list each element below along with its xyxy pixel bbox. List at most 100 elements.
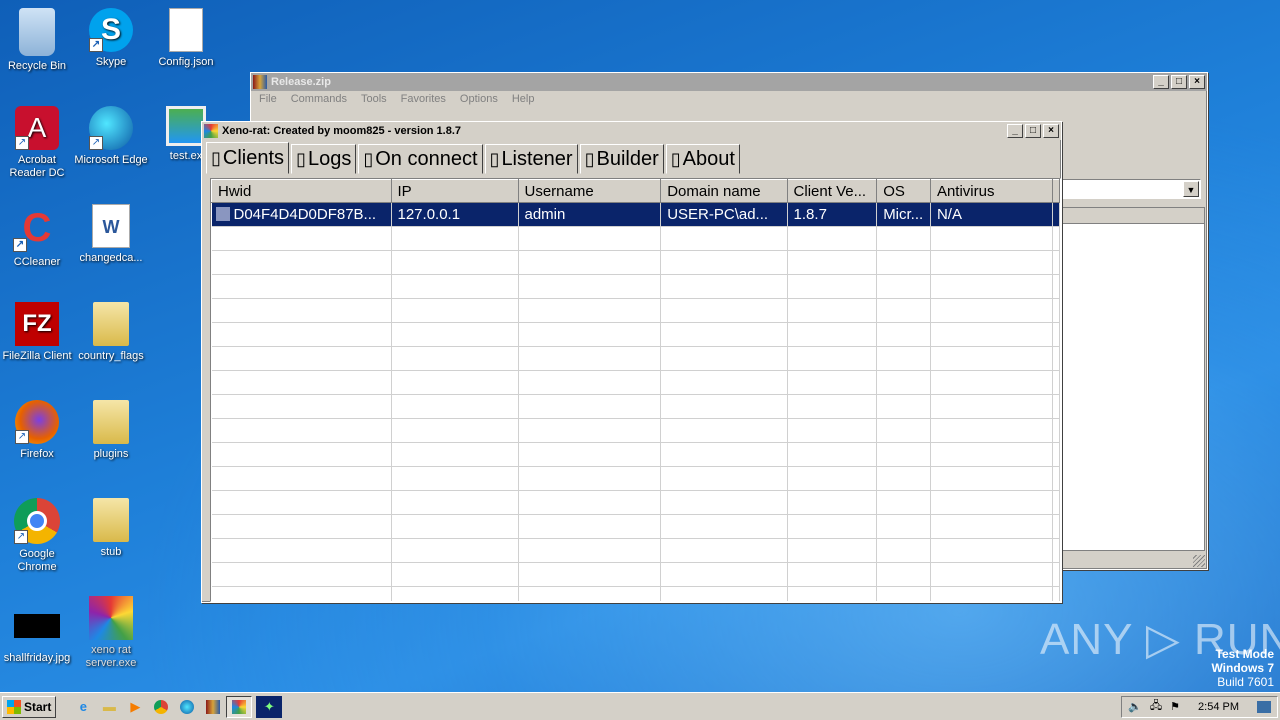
resize-grip[interactable] bbox=[1193, 555, 1205, 567]
tab-logs[interactable]: ▯ Logs bbox=[291, 144, 357, 174]
winrar-icon bbox=[253, 75, 267, 89]
empty-row bbox=[211, 562, 1060, 587]
cell-username: admin bbox=[518, 202, 662, 227]
clients-list[interactable]: Hwid IP Username Domain name Client Ve..… bbox=[210, 178, 1061, 602]
desktop-icon-shallfriday[interactable]: shallfriday.jpg bbox=[0, 604, 74, 665]
desktop-icon-xeno-rat-server[interactable]: xeno rat server.exe bbox=[74, 596, 148, 670]
xeno-rat-window[interactable]: Xeno-rat: Created by moom825 - version 1… bbox=[201, 121, 1062, 603]
empty-row bbox=[211, 418, 1060, 443]
menu-favorites[interactable]: Favorites bbox=[401, 93, 446, 105]
desktop-icon-word-doc[interactable]: W changedca... bbox=[74, 204, 148, 265]
winrar-list-header bbox=[1062, 208, 1204, 224]
ie-taskbar-icon[interactable]: e bbox=[70, 696, 96, 718]
start-button[interactable]: Start bbox=[2, 695, 57, 718]
image-file-icon bbox=[14, 614, 60, 638]
media-player-taskbar-icon[interactable]: ▶ bbox=[122, 696, 148, 718]
winrar-taskbar-icon[interactable] bbox=[200, 696, 226, 718]
menu-file[interactable]: File bbox=[259, 93, 277, 105]
column-header-hwid[interactable]: Hwid bbox=[211, 179, 392, 203]
recycle-bin-icon bbox=[19, 8, 55, 56]
desktop-icon-recycle-bin[interactable]: Recycle Bin bbox=[0, 8, 74, 73]
desktop-icon-country-flags[interactable]: country_flags bbox=[74, 302, 148, 363]
column-header-username[interactable]: Username bbox=[517, 179, 662, 203]
system-tray: 🔈 🖧 ⚑ 2:54 PM bbox=[1121, 695, 1278, 718]
minimize-button[interactable]: _ bbox=[1007, 124, 1023, 138]
action-center-flag-icon[interactable]: ⚑ bbox=[1170, 700, 1180, 713]
chrome-icon: ↗ bbox=[14, 498, 60, 544]
skype-icon: S ↗ bbox=[89, 8, 133, 52]
xeno-rat-icon bbox=[89, 596, 133, 640]
tab-on-connect[interactable]: ▯ On connect bbox=[358, 144, 483, 174]
tab-glyph-icon: ▯ bbox=[489, 148, 500, 169]
acrobat-icon: A ↗ bbox=[15, 106, 59, 150]
column-header-os[interactable]: OS bbox=[876, 179, 931, 203]
desktop-icon-config-json[interactable]: Config.json bbox=[149, 8, 223, 69]
desktop-icon-plugins[interactable]: plugins bbox=[74, 400, 148, 461]
column-header-domain-name[interactable]: Domain name bbox=[660, 179, 788, 203]
desktop-icon-stub[interactable]: stub bbox=[74, 498, 148, 559]
xeno-rat-taskbar-icon[interactable] bbox=[226, 695, 253, 718]
filezilla-icon: FZ bbox=[15, 302, 59, 346]
column-header-filler bbox=[1051, 179, 1060, 203]
empty-row bbox=[211, 466, 1060, 491]
volume-icon[interactable]: 🔈 bbox=[1128, 700, 1142, 713]
maximize-button[interactable]: □ bbox=[1171, 75, 1187, 89]
desktop-icon-ccleaner[interactable]: C ↗ CCleaner bbox=[0, 204, 74, 269]
empty-row bbox=[211, 586, 1060, 601]
tab-glyph-icon: ▯ bbox=[211, 147, 221, 168]
xeno-rat-server-taskbar-icon[interactable]: ✦ bbox=[256, 695, 283, 718]
ccleaner-icon: C ↗ bbox=[13, 204, 61, 252]
winrar-menubar: File Commands Tools Favorites Options He… bbox=[251, 91, 1207, 107]
desktop-icon-firefox[interactable]: ↗ Firefox bbox=[0, 400, 74, 461]
winrar-titlebar[interactable]: Release.zip _ □ × bbox=[251, 73, 1207, 91]
empty-row bbox=[211, 538, 1060, 563]
empty-row bbox=[211, 250, 1060, 275]
winrar-path-dropdown[interactable]: ▼ bbox=[1061, 179, 1201, 199]
menu-commands[interactable]: Commands bbox=[291, 93, 347, 105]
tab-about[interactable]: ▯ About bbox=[665, 144, 740, 174]
exe-icon bbox=[166, 106, 206, 146]
folder-icon bbox=[93, 302, 129, 346]
tab-clients[interactable]: ▯ Clients bbox=[206, 142, 290, 174]
cell-os: Micr... bbox=[876, 202, 931, 227]
chrome-taskbar-icon[interactable] bbox=[148, 696, 174, 718]
table-row[interactable]: D04F4D4D0DF87B... 127.0.0.1 admin USER-PC\a… bbox=[211, 202, 1060, 227]
close-button[interactable]: × bbox=[1189, 75, 1205, 89]
edge-taskbar-icon[interactable] bbox=[174, 696, 200, 718]
close-button[interactable]: × bbox=[1043, 124, 1059, 138]
maximize-button[interactable]: □ bbox=[1025, 124, 1041, 138]
menu-options[interactable]: Options bbox=[460, 93, 498, 105]
show-desktop-icon[interactable] bbox=[1257, 700, 1271, 713]
network-icon[interactable]: 🖧 bbox=[1150, 697, 1162, 716]
tab-listener[interactable]: ▯ Listener bbox=[484, 144, 578, 174]
taskbar: Start e ▬ ▶ ✦ 🔈 🖧 ⚑ 2:54 PM bbox=[0, 692, 1280, 720]
empty-row bbox=[211, 298, 1060, 323]
column-header-ip[interactable]: IP bbox=[390, 179, 519, 203]
empty-row bbox=[211, 370, 1060, 395]
column-header-client-version[interactable]: Client Ve... bbox=[786, 179, 878, 203]
empty-row bbox=[211, 442, 1060, 467]
winrar-file-list[interactable] bbox=[1061, 207, 1205, 551]
empty-row bbox=[211, 226, 1060, 251]
tab-glyph-icon: ▯ bbox=[670, 148, 681, 169]
desktop-icon-skype[interactable]: S ↗ Skype bbox=[74, 8, 148, 69]
tab-builder[interactable]: ▯ Builder bbox=[579, 144, 664, 174]
desktop-icon-edge[interactable]: ↗ Microsoft Edge bbox=[74, 106, 148, 167]
minimize-button[interactable]: _ bbox=[1153, 75, 1169, 89]
chevron-down-icon[interactable]: ▼ bbox=[1183, 181, 1199, 197]
menu-tools[interactable]: Tools bbox=[361, 93, 387, 105]
table-header-row: Hwid IP Username Domain name Client Ve..… bbox=[211, 179, 1060, 203]
desktop-icon-acrobat[interactable]: A ↗ Acrobat Reader DC bbox=[0, 106, 74, 180]
menu-help[interactable]: Help bbox=[512, 93, 535, 105]
xeno-rat-titlebar[interactable]: Xeno-rat: Created by moom825 - version 1… bbox=[202, 122, 1061, 140]
empty-row bbox=[211, 346, 1060, 371]
xeno-tab-bar: ▯ Clients ▯ Logs ▯ On connect ▯ Listener ▯ Bu… bbox=[202, 140, 1061, 174]
empty-row bbox=[211, 514, 1060, 539]
column-header-antivirus[interactable]: Antivirus bbox=[929, 179, 1053, 203]
desktop-icon-filezilla[interactable]: FZ FileZilla Client bbox=[0, 302, 74, 363]
desktop-icon-chrome[interactable]: ↗ Google Chrome bbox=[0, 498, 74, 574]
explorer-taskbar-icon[interactable]: ▬ bbox=[96, 696, 122, 718]
clients-table: Hwid IP Username Domain name Client Ve..… bbox=[211, 179, 1060, 601]
tab-glyph-icon: ▯ bbox=[363, 148, 374, 169]
clock[interactable]: 2:54 PM bbox=[1198, 701, 1239, 713]
